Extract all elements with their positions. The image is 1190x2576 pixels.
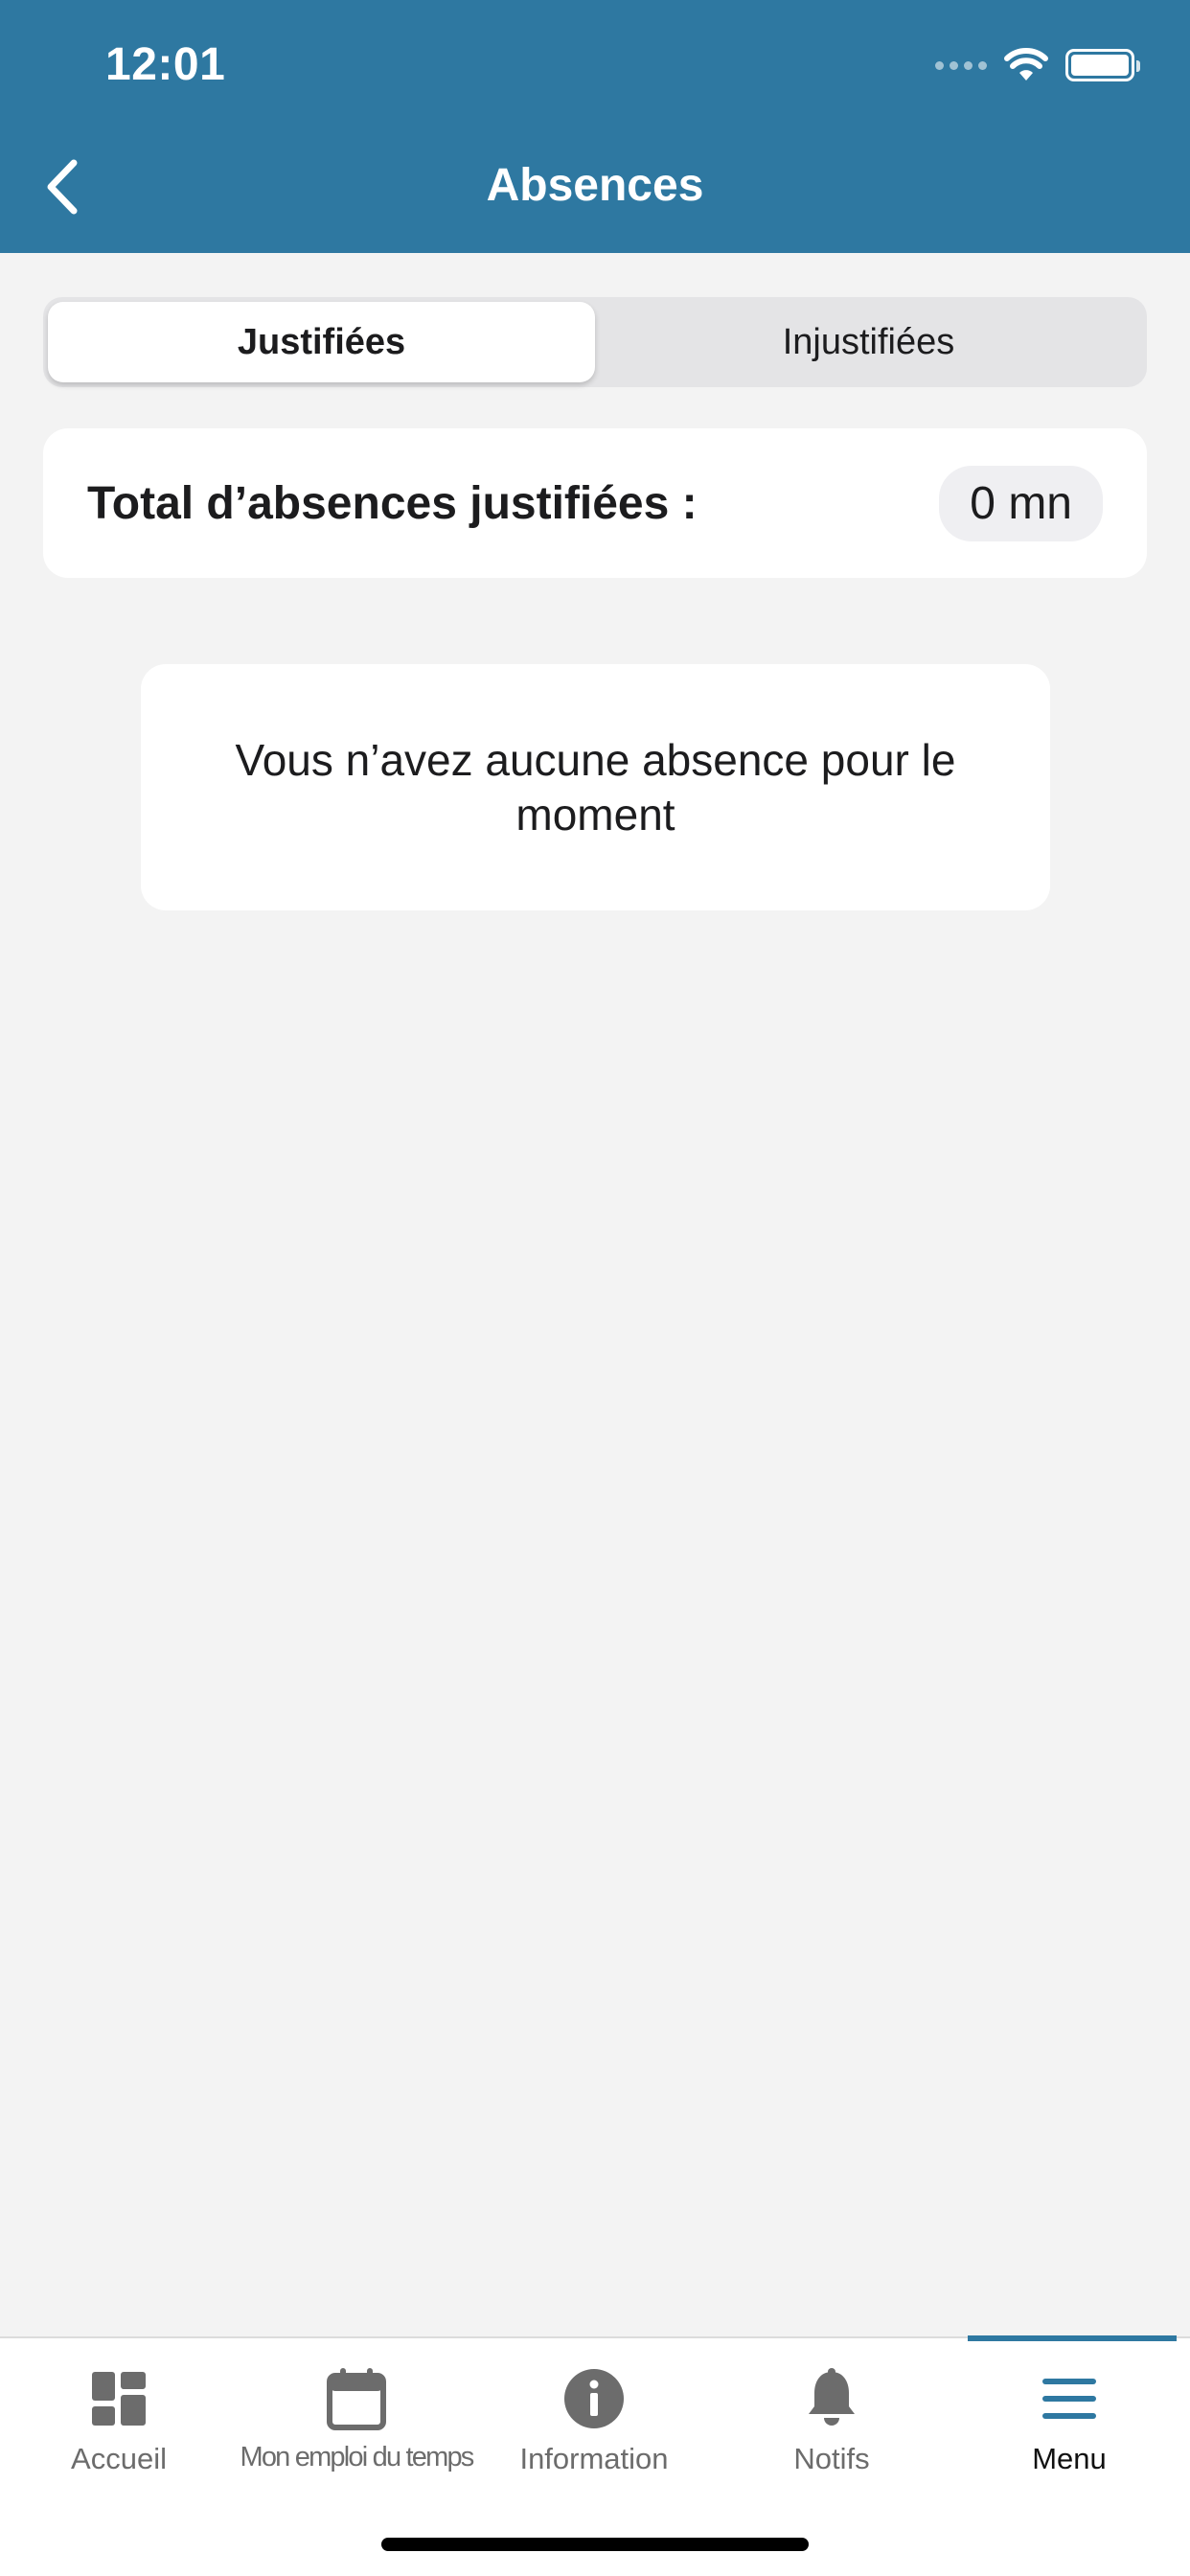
dashboard-icon [85,2365,152,2432]
wifi-icon [1004,48,1048,80]
empty-state-card: Vous n’avez aucune absence pour le momen… [141,664,1050,910]
tab-information[interactable]: Information [475,2338,713,2511]
total-absences-card: Total d’absences justifiées : 0 mn [43,428,1147,578]
tab-label: Menu [1032,2442,1107,2475]
tab-accueil[interactable]: Accueil [0,2338,238,2511]
segment-justifiees[interactable]: Justifiées [48,302,595,382]
tab-emploi-du-temps[interactable]: Mon emploi du temps [238,2338,475,2511]
total-value-badge: 0 mn [939,465,1103,541]
empty-state-message: Vous n’avez aucune absence pour le momen… [235,734,956,840]
battery-icon [1065,49,1140,81]
header-bar: 12:01 Absences [0,0,1190,253]
page-title: Absences [486,160,704,211]
menu-icon [1036,2365,1103,2432]
tab-label: Accueil [71,2442,167,2475]
status-time: 12:01 [105,39,226,90]
segment-injustifiees[interactable]: Injustifiées [595,302,1142,382]
info-icon [561,2365,628,2432]
tab-label: Information [519,2442,669,2475]
tab-label: Mon emploi du temps [240,2442,474,2472]
app-screen: 12:01 Absences Justifiées Injustifiées T… [0,0,1190,2576]
tab-menu[interactable]: Menu [950,2338,1188,2511]
total-label: Total d’absences justifiées : [87,477,698,529]
tab-notifs[interactable]: Notifs [713,2338,950,2511]
home-indicator[interactable] [381,2538,809,2551]
cellular-signal-icon [935,60,987,70]
calendar-icon [323,2365,390,2432]
absence-type-segmented-control: Justifiées Injustifiées [43,297,1147,387]
tab-label: Notifs [793,2442,870,2475]
status-icons [935,42,1140,88]
bell-icon [798,2365,865,2432]
